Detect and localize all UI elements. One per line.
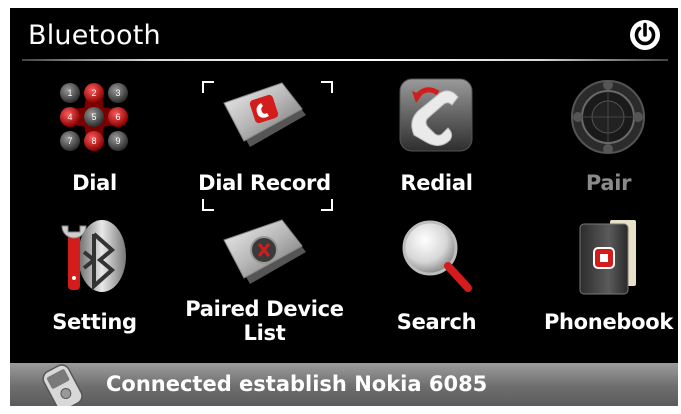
power-icon [630,20,660,50]
phonebook-label: Phonebook [543,310,674,334]
paired-device-list-label: Paired Device List [182,297,347,345]
paired-device-list-label-line1: Paired Device [185,297,344,321]
dialpad-key: 6 [115,112,120,122]
pair-label: Pair [585,171,632,195]
header: Bluetooth [10,8,678,60]
phonebook-button[interactable]: Phonebook [526,214,678,346]
dialpad-key: 4 [67,112,72,122]
dialpad-key: 8 [91,136,96,146]
bluetooth-wrench-icon [61,220,126,292]
radar-icon [571,80,645,154]
redial-icon [399,78,473,152]
selection-corner [202,199,214,211]
dialpad-key: 7 [67,136,72,146]
search-button[interactable]: Search [354,214,519,346]
dial-record-button[interactable]: Dial Record [182,75,347,211]
redial-label: Redial [400,171,473,195]
dialpad-key: 1 [67,88,72,98]
power-button[interactable] [628,18,662,52]
dialpad-key: 5 [91,112,96,122]
dialpad-icon: 1 2 3 4 5 6 7 8 9 [60,83,128,151]
setting-button[interactable]: Setting [12,214,177,346]
selection-corner [321,199,333,211]
header-divider [22,59,668,61]
dialpad-key: 9 [115,136,120,146]
paired-devices-book-icon [223,219,306,284]
connection-status: Connected establish Nokia 6085 [106,372,488,396]
phonebook-icon [579,220,636,295]
dialpad-key: 3 [115,88,120,98]
paired-device-list-label-line2: List [243,321,286,345]
bluetooth-screen: Bluetooth 1 2 3 4 5 6 7 8 9 Dial Dial Re… [10,8,678,406]
paired-device-list-button[interactable]: Paired Device List [182,214,347,346]
selection-corner [202,81,214,93]
pair-button[interactable]: Pair [526,75,678,207]
dial-label: Dial [72,171,117,195]
redial-button[interactable]: Redial [354,75,519,207]
search-label: Search [396,310,477,334]
call-log-book-icon [223,82,306,147]
setting-label: Setting [52,310,137,334]
page-title: Bluetooth [28,20,161,51]
dial-button[interactable]: 1 2 3 4 5 6 7 8 9 Dial [12,75,177,207]
dial-record-label: Dial Record [198,171,331,195]
mobile-phone-icon [42,364,83,406]
selection-corner [321,81,333,93]
dialpad-key: 2 [91,88,96,98]
magnifier-icon [402,220,472,292]
status-bar: Connected establish Nokia 6085 [10,363,678,406]
